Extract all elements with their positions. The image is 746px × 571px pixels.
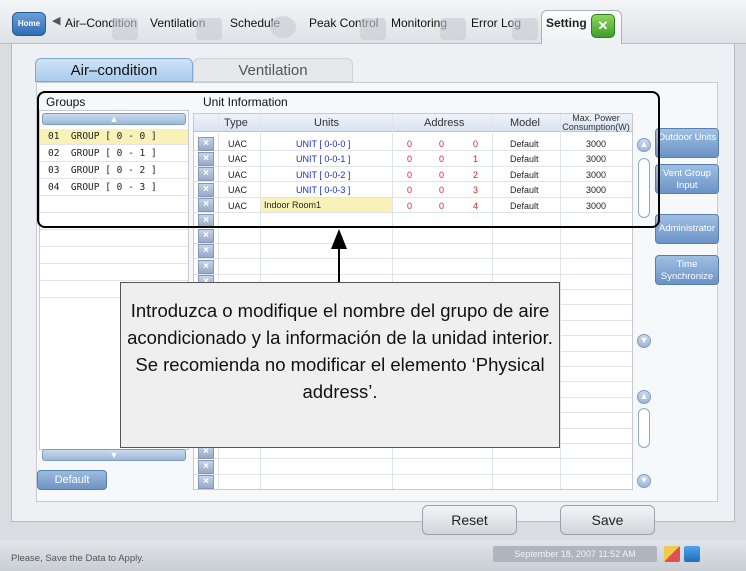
group-item-empty[interactable]: [40, 231, 188, 247]
subtab-air-condition[interactable]: Air–condition: [35, 58, 193, 82]
tab-setting-label: Setting: [546, 16, 587, 30]
delete-row-icon[interactable]: ×: [198, 228, 214, 243]
reset-button[interactable]: Reset: [422, 505, 517, 535]
instruction-callout: Introduzca o modifique el nombre del gru…: [120, 282, 560, 448]
highlight-box: [37, 91, 660, 228]
tools-icon: ✕: [591, 14, 615, 38]
air-condition-tab-icon: [112, 18, 138, 40]
network-tray-icon[interactable]: [684, 546, 700, 562]
group-item-empty[interactable]: [40, 265, 188, 281]
home-button[interactable]: Home: [12, 12, 46, 36]
groups-scroll-down-button[interactable]: ▼: [42, 449, 186, 461]
delete-row-icon[interactable]: ×: [198, 244, 214, 259]
vent-scrollbar-track[interactable]: [638, 408, 650, 448]
group-item-empty[interactable]: [40, 248, 188, 264]
subtab-ventilation[interactable]: Ventilation: [193, 58, 353, 82]
vent-scroll-up-button[interactable]: ▲: [637, 390, 651, 404]
delete-row-icon[interactable]: ×: [198, 259, 214, 274]
status-datetime: September 18, 2007 11:52 AM: [493, 546, 657, 562]
units-scroll-down-button[interactable]: ▼: [637, 334, 651, 348]
vent-group-input-button[interactable]: Vent Group Input: [655, 164, 719, 194]
vent-scroll-down-button[interactable]: ▼: [637, 474, 651, 488]
ventilation-tab-icon: [196, 18, 222, 40]
peak-control-tab-icon: [360, 18, 386, 40]
outdoor-units-button[interactable]: Outdoor Units: [655, 128, 719, 158]
home-label: Home: [17, 19, 41, 28]
administrator-button[interactable]: Administrator: [655, 214, 719, 244]
nav-left-arrow-icon[interactable]: ◀: [52, 14, 60, 27]
save-button[interactable]: Save: [560, 505, 655, 535]
delete-row-icon[interactable]: ×: [198, 459, 214, 474]
error-log-tab-icon: [512, 18, 538, 40]
tab-monitoring[interactable]: Monitoring: [391, 16, 447, 30]
arrow-up-icon: [331, 229, 347, 249]
arrow-stem: [338, 248, 340, 283]
default-button[interactable]: Default: [37, 470, 107, 490]
schedule-tab-icon: [270, 16, 296, 38]
alarm-tray-icon[interactable]: [664, 546, 680, 562]
delete-row-icon[interactable]: ×: [198, 475, 214, 489]
status-message: Please, Save the Data to Apply.: [11, 553, 144, 564]
monitoring-tab-icon: [440, 18, 466, 40]
time-synchronize-button[interactable]: Time Synchronize: [655, 255, 719, 285]
